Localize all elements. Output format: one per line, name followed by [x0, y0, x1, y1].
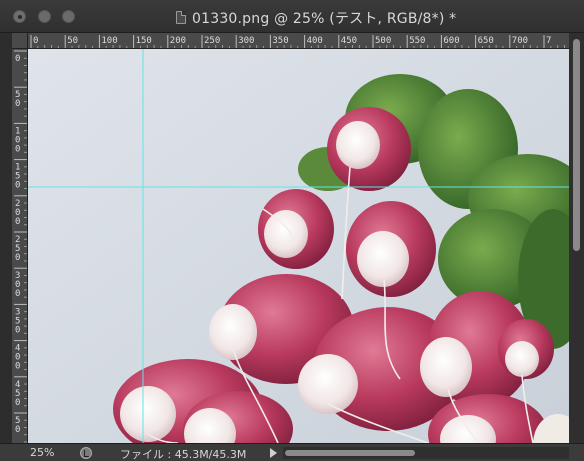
- file-info: ファイル : 45.3M/45.3M: [120, 448, 247, 461]
- ruler-label: 200: [170, 36, 186, 46]
- vertical-ruler[interactable]: 05010015020025030035040045050: [12, 49, 28, 443]
- left-gutter: [0, 33, 12, 443]
- ruler-label: 350: [272, 36, 288, 46]
- window-title: 01330.png @ 25% (テスト, RGB/8*) *: [192, 11, 457, 27]
- zoom-button[interactable]: [62, 10, 75, 23]
- ruler-label: 0: [15, 253, 20, 263]
- ruler-label: 400: [307, 36, 323, 46]
- ruler-label: 300: [238, 36, 254, 46]
- ruler-label: 500: [375, 36, 391, 46]
- radish-photo: [28, 49, 569, 443]
- document-icon: [176, 11, 186, 24]
- title-bar: 01330.png @ 25% (テスト, RGB/8*) *: [0, 0, 584, 33]
- ruler-label: 7: [546, 36, 551, 46]
- ruler-label: 0: [15, 398, 20, 408]
- ruler-label: 0: [15, 362, 20, 372]
- ruler-label: 0: [15, 99, 20, 109]
- horizontal-scroll-thumb[interactable]: [285, 450, 415, 456]
- vertical-ruler-ticks: 05010015020025030035040045050: [14, 50, 27, 443]
- status-bar: 25% ファイル : 45.3M/45.3M: [0, 443, 584, 461]
- status-info-icon[interactable]: [80, 447, 92, 459]
- minimize-button[interactable]: [38, 10, 51, 23]
- ruler-origin[interactable]: [12, 33, 28, 49]
- ruler-label: 150: [136, 36, 152, 46]
- expand-arrow-icon[interactable]: [270, 448, 277, 458]
- ruler-label: 700: [512, 36, 528, 46]
- ruler-label: 100: [101, 36, 117, 46]
- ruler-label: 0: [15, 325, 20, 335]
- zoom-level[interactable]: 25%: [30, 446, 54, 459]
- ruler-label: 250: [204, 36, 220, 46]
- ruler-label: 650: [478, 36, 494, 46]
- ruler-label: 600: [443, 36, 459, 46]
- vertical-scrollbar[interactable]: [569, 33, 584, 443]
- ruler-label: 0: [33, 36, 38, 46]
- horizontal-ruler[interactable]: 0 50 100 150 200 250 300 350 400 450 500 550 600 650 7…: [28, 33, 572, 49]
- vertical-scroll-thumb[interactable]: [573, 39, 580, 251]
- ruler-label: 450: [341, 36, 357, 46]
- ruler-label: 550: [409, 36, 425, 46]
- ruler-label: 0: [15, 54, 20, 64]
- horizontal-ruler-ticks: 0 50 100 150 200 250 300 350 400 450 500 550 600 650 7…: [30, 35, 572, 48]
- document-canvas[interactable]: [28, 49, 569, 443]
- close-button[interactable]: [13, 10, 26, 23]
- ruler-label: 0: [15, 425, 20, 435]
- ruler-label: 0: [15, 217, 20, 227]
- ruler-label: 0: [15, 144, 20, 154]
- ruler-label: 0: [15, 289, 20, 299]
- ruler-label: 0: [15, 181, 20, 191]
- horizontal-scrollbar[interactable]: [283, 447, 569, 459]
- ruler-label: 50: [67, 36, 78, 46]
